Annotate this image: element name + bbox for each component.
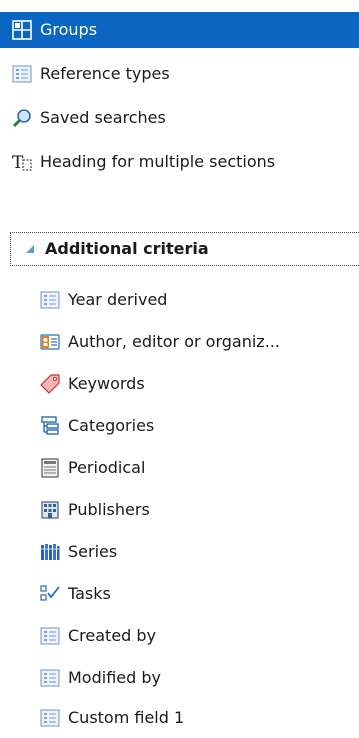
tree-item-label: Created by — [68, 626, 157, 645]
group-header-additional-criteria[interactable]: Additional criteria — [10, 232, 359, 266]
heading-icon: T — [12, 152, 32, 172]
tree-item-keywords[interactable]: Keywords — [40, 370, 359, 398]
tree-item-label: Author, editor or organiz... — [68, 332, 280, 351]
tree-item-custom-field-1[interactable]: Custom field 1 — [40, 704, 359, 732]
tree-item-heading-multiple-sections[interactable]: T Heading for multiple sections — [12, 148, 359, 176]
tree-item-label: Publishers — [68, 500, 150, 519]
tasks-checklist-icon — [40, 584, 60, 604]
tree-item-groups[interactable]: Groups — [0, 12, 359, 48]
collapse-triangle-icon[interactable] — [23, 242, 37, 256]
periodical-icon — [40, 458, 60, 478]
tree-item-series[interactable]: Series — [40, 538, 359, 566]
tree-item-label: Reference types — [40, 64, 170, 83]
tree-item-year-derived[interactable]: Year derived — [40, 286, 359, 314]
tree-item-label: Series — [68, 542, 118, 561]
series-books-icon — [40, 542, 60, 562]
tree-item-label: Periodical — [68, 458, 146, 477]
tree-item-reference-types[interactable]: Reference types — [12, 60, 359, 88]
tree-item-label: Groups — [40, 20, 98, 39]
saved-search-icon — [12, 108, 32, 128]
tree-item-label: Year derived — [68, 290, 168, 309]
person-card-icon — [40, 332, 60, 352]
tree-item-label: Categories — [68, 416, 155, 435]
tree-item-created-by[interactable]: Created by — [40, 622, 359, 650]
tree-item-publishers[interactable]: Publishers — [40, 496, 359, 524]
groups-icon — [12, 20, 32, 40]
field-list-icon — [12, 64, 32, 84]
tree-item-saved-searches[interactable]: Saved searches — [12, 104, 359, 132]
tree-item-author-editor-organization[interactable]: Author, editor or organiz... — [40, 328, 359, 356]
tag-icon — [40, 374, 60, 394]
tree-item-label: Heading for multiple sections — [40, 152, 276, 171]
tree-item-tasks[interactable]: Tasks — [40, 580, 359, 608]
tree-item-label: Keywords — [68, 374, 145, 393]
group-label: Additional criteria — [45, 239, 209, 258]
tree-item-label: Saved searches — [40, 108, 166, 127]
tree-item-label: Custom field 1 — [68, 708, 185, 727]
tree-item-modified-by[interactable]: Modified by — [40, 664, 359, 692]
field-list-icon — [40, 290, 60, 310]
field-list-icon — [40, 626, 60, 646]
category-tree-icon — [40, 416, 60, 436]
tree-item-label: Modified by — [68, 668, 161, 687]
field-list-icon — [40, 668, 60, 688]
svg-text:T: T — [12, 153, 24, 172]
tree-item-categories[interactable]: Categories — [40, 412, 359, 440]
field-list-icon — [40, 708, 60, 728]
tree-item-label: Tasks — [68, 584, 111, 603]
tree-item-periodical[interactable]: Periodical — [40, 454, 359, 482]
publisher-building-icon — [40, 500, 60, 520]
